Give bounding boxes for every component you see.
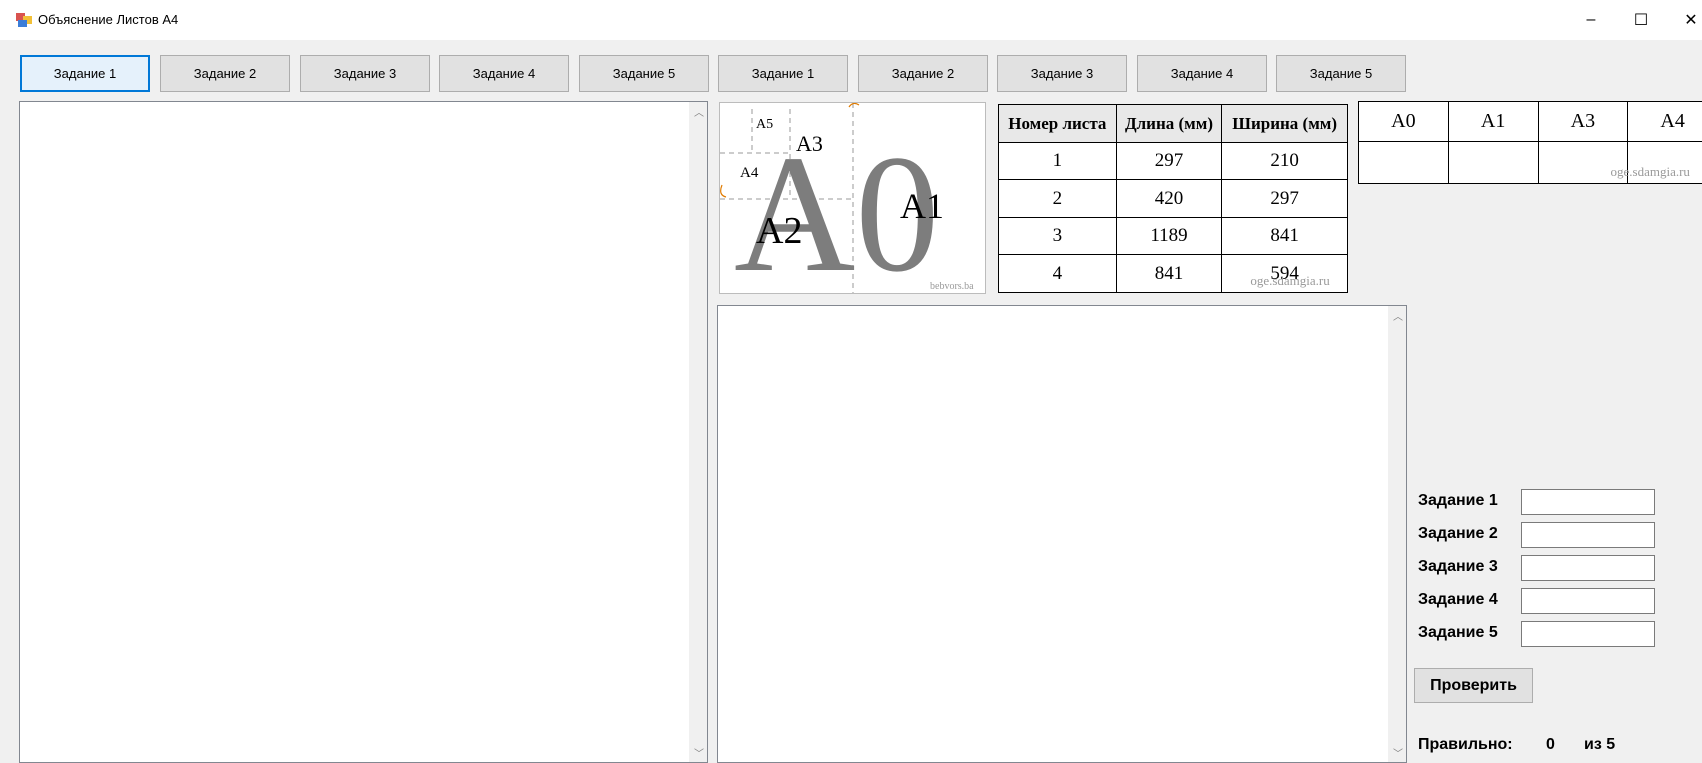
a1-label: A1 [900, 186, 944, 226]
table-header: Ширина (мм) [1221, 104, 1348, 143]
table-cell: 841 [1221, 217, 1348, 255]
table-header: Длина (мм) [1115, 104, 1223, 143]
table-cell: 297 [1221, 179, 1348, 218]
format-table: A0 A1 A3 A4 oge.sdamgia.ru [1358, 101, 1702, 184]
format-cell [1447, 141, 1539, 184]
table-watermark: oge.sdamgia.ru [1250, 273, 1330, 288]
table-cell: 4 [998, 254, 1117, 293]
task-4-button-left[interactable]: Задание 4 [439, 55, 569, 92]
result-total: из 5 [1584, 736, 1616, 753]
format-header: A3 [1537, 101, 1629, 142]
app-window: Объяснение Листов А4 – ☐ ✕ Задание 1 Зад… [0, 0, 1702, 763]
task-4-button-right[interactable]: Задание 4 [1137, 55, 1267, 92]
table-row: 1 297 210 [998, 142, 1348, 180]
table-row: 3 1189 841 [998, 217, 1348, 255]
table-cell: 210 [1221, 142, 1348, 180]
task-5-button-left[interactable]: Задание 5 [579, 55, 709, 92]
close-button[interactable]: ✕ [1668, 0, 1702, 40]
task-text-box-left[interactable]: ︿ ﹀ [19, 101, 708, 763]
a4-label: A4 [740, 165, 759, 181]
table-header: Номер листа [998, 104, 1117, 143]
table-cell: 841 [1115, 254, 1223, 293]
answer-label-4: Задание 4 [1418, 591, 1498, 608]
answer-label-2: Задание 2 [1418, 525, 1498, 542]
table-cell: 1189 [1115, 217, 1223, 255]
table-cell: 420 [1115, 179, 1223, 218]
answer-label-1: Задание 1 [1418, 492, 1498, 509]
diagram-watermark: bebvors.ba [930, 281, 974, 292]
task-2-button-right[interactable]: Задание 2 [858, 55, 988, 92]
scroll-up-icon[interactable]: ︿ [694, 104, 704, 119]
task-1-button-left[interactable]: Задание 1 [20, 55, 150, 92]
table-cell: 3 [998, 217, 1117, 255]
scroll-up-icon[interactable]: ︿ [1393, 308, 1403, 323]
app-icon [16, 13, 32, 27]
check-button[interactable]: Проверить [1414, 668, 1533, 703]
table-cell: 1 [998, 142, 1117, 180]
sheet-format-diagram: A0 A5 A3 A4 A2 A1 bebvors.ba [719, 102, 986, 307]
task-3-button-right[interactable]: Задание 3 [997, 55, 1127, 92]
task-1-button-right[interactable]: Задание 1 [718, 55, 848, 92]
format-watermark: oge.sdamgia.ru [1610, 164, 1690, 179]
task-2-button-left[interactable]: Задание 2 [160, 55, 290, 92]
format-cell [1358, 141, 1449, 184]
title-bar: Объяснение Листов А4 – ☐ ✕ [0, 0, 1702, 40]
result-label: Правильно: [1418, 736, 1513, 753]
minimize-button[interactable]: – [1568, 0, 1614, 40]
table-cell: 2 [998, 179, 1117, 218]
a2-label: A2 [756, 210, 802, 252]
a5-label: A5 [756, 117, 773, 132]
table-cell: 594 oge.sdamgia.ru [1221, 254, 1348, 293]
table-row: 2 420 297 [998, 179, 1348, 218]
answer-input-3[interactable] [1521, 555, 1655, 581]
answer-input-5[interactable] [1521, 621, 1655, 647]
window-title: Объяснение Листов А4 [38, 12, 179, 27]
answer-input-1[interactable] [1521, 489, 1655, 515]
task-5-button-right[interactable]: Задание 5 [1276, 55, 1406, 92]
format-cell: oge.sdamgia.ru [1537, 141, 1690, 184]
task-text-box-right[interactable]: ︿ ﹀ [717, 305, 1407, 763]
format-header: A0 [1358, 101, 1449, 142]
table-cell: 297 [1115, 142, 1223, 180]
result-count: 0 [1546, 736, 1555, 753]
diagram-svg: A0 A5 A3 A4 A2 A1 [720, 102, 944, 307]
answer-label-5: Задание 5 [1418, 624, 1498, 641]
scrollbar[interactable]: ︿ ﹀ [1388, 306, 1406, 762]
task-3-button-left[interactable]: Задание 3 [300, 55, 430, 92]
format-header: A4 [1627, 101, 1702, 142]
scroll-down-icon[interactable]: ﹀ [1393, 745, 1403, 760]
scrollbar[interactable]: ︿ ﹀ [689, 102, 707, 762]
a3-label: A3 [796, 131, 823, 156]
scroll-down-icon[interactable]: ﹀ [694, 745, 704, 760]
sheet-dimensions-table: Номер листа Длина (мм) Ширина (мм) 1 297… [998, 104, 1348, 293]
answer-input-2[interactable] [1521, 522, 1655, 548]
format-header: A1 [1447, 101, 1539, 142]
answer-label-3: Задание 3 [1418, 558, 1498, 575]
table-row: 4 841 594 oge.sdamgia.ru [998, 254, 1348, 293]
answer-input-4[interactable] [1521, 588, 1655, 614]
maximize-button[interactable]: ☐ [1618, 0, 1664, 40]
